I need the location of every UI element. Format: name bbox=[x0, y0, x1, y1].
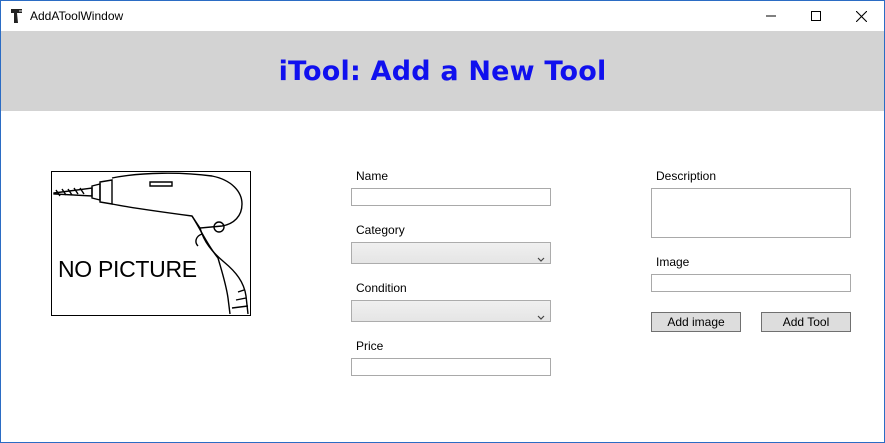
category-dropdown[interactable] bbox=[351, 242, 551, 264]
price-input[interactable] bbox=[351, 358, 551, 376]
add-image-button[interactable]: Add image bbox=[651, 312, 741, 332]
maximize-button[interactable] bbox=[793, 1, 839, 31]
minimize-icon bbox=[766, 15, 776, 17]
image-input[interactable] bbox=[651, 274, 851, 292]
close-icon bbox=[855, 10, 867, 22]
drill-app-icon bbox=[10, 8, 24, 24]
name-label: Name bbox=[356, 169, 389, 183]
add-tool-window: AddAToolWindow iTool: Add a New Tool NO … bbox=[0, 0, 885, 443]
maximize-icon bbox=[811, 11, 821, 21]
chevron-down-icon bbox=[537, 308, 545, 326]
close-button[interactable] bbox=[838, 1, 884, 31]
condition-dropdown[interactable] bbox=[351, 300, 551, 322]
category-label: Category bbox=[356, 223, 405, 237]
window-title: AddAToolWindow bbox=[30, 9, 124, 23]
chevron-down-icon bbox=[537, 250, 545, 268]
no-picture-label: NO PICTURE bbox=[58, 256, 197, 282]
minimize-button[interactable] bbox=[748, 1, 794, 31]
drill-illustration bbox=[53, 172, 249, 315]
image-label: Image bbox=[656, 255, 690, 269]
condition-label: Condition bbox=[356, 281, 407, 295]
tool-picture: NO PICTURE bbox=[51, 171, 251, 316]
description-textarea[interactable] bbox=[651, 188, 851, 238]
description-label: Description bbox=[656, 169, 717, 183]
page-title: iTool: Add a New Tool bbox=[278, 55, 607, 87]
title-bar[interactable]: AddAToolWindow bbox=[1, 1, 884, 31]
add-tool-button[interactable]: Add Tool bbox=[761, 312, 851, 332]
header-banner: iTool: Add a New Tool bbox=[1, 31, 884, 111]
price-label: Price bbox=[356, 339, 384, 353]
name-input[interactable] bbox=[351, 188, 551, 206]
